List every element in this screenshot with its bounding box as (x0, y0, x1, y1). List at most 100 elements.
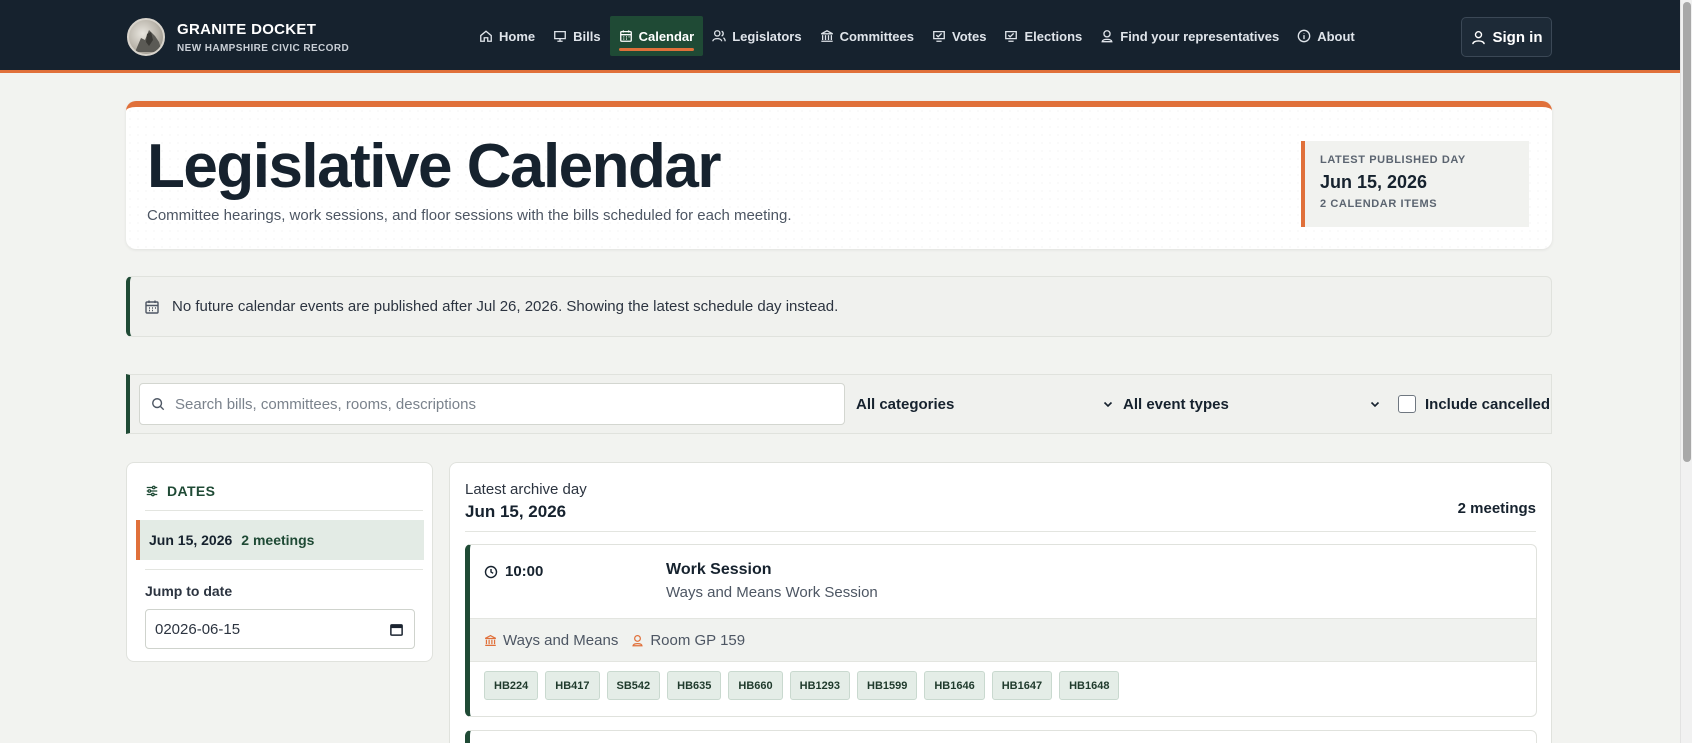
top-navigation-bar: GRANITE DOCKET NEW HAMPSHIRE CIVIC RECOR… (0, 0, 1680, 73)
nav-votes[interactable]: Votes (923, 16, 995, 56)
schedule-notice: No future calendar events are published … (126, 276, 1552, 337)
brand[interactable]: GRANITE DOCKET NEW HAMPSHIRE CIVIC RECOR… (127, 18, 349, 56)
building-icon (484, 634, 497, 646)
archive-day-label: Latest archive day (465, 481, 587, 498)
jump-to-date-input[interactable]: 02026-06-15 (145, 609, 415, 649)
clock-icon (484, 565, 498, 578)
info-icon (1297, 29, 1311, 43)
chevron-down-icon (1103, 401, 1113, 408)
people-icon (712, 30, 727, 42)
event-room-label: Room GP 159 (650, 631, 746, 649)
vote-icon (933, 30, 945, 42)
nav-bills-label: Bills (573, 28, 601, 44)
event-committee[interactable]: Ways and Means (484, 632, 618, 649)
calendar-picker-icon[interactable] (389, 622, 404, 637)
nav-committees[interactable]: Committees (811, 16, 923, 56)
event-subtitle: Ways and Means Work Session (666, 584, 878, 601)
event-title: Work Session (666, 561, 772, 578)
calendar-event-card[interactable] (465, 730, 1537, 743)
category-select-value: All categories (856, 395, 955, 413)
divider (465, 531, 1536, 532)
meetings-count: 2 meetings (1457, 500, 1536, 517)
latest-published-date: Jun 15, 2026 (1320, 172, 1428, 192)
page-scrollbar[interactable] (1680, 0, 1692, 743)
nav-home[interactable]: Home (470, 16, 544, 56)
dates-heading: DATES (145, 483, 215, 499)
jump-to-date-label: Jump to date (145, 583, 233, 599)
bill-tag[interactable]: HB660 (728, 671, 783, 700)
nav-bills[interactable]: Bills (544, 16, 609, 56)
search-input[interactable] (175, 395, 835, 413)
location-person-icon (1101, 30, 1113, 43)
page-description: Committee hearings, work sessions, and f… (147, 207, 792, 224)
include-cancelled-label: Include cancelled (1425, 395, 1551, 413)
brand-logo (127, 18, 165, 56)
event-meta-row: Ways and Means Room GP 159 (470, 618, 1536, 662)
ballot-icon (1005, 30, 1018, 42)
nav-elections-label: Elections (1024, 28, 1083, 44)
bill-tag[interactable]: HB1646 (924, 671, 985, 700)
divider (145, 510, 423, 511)
date-list-item[interactable]: Jun 15, 2026 2 meetings (136, 520, 424, 560)
date-list-item-count: 2 meetings (241, 532, 315, 548)
nav-about[interactable]: About (1288, 16, 1364, 56)
nav-about-label: About (1317, 28, 1355, 44)
bill-tag[interactable]: HB417 (545, 671, 600, 700)
page-title: Legislative Calendar (147, 132, 722, 201)
sign-in-label: Sign in (1492, 28, 1543, 46)
bill-tag[interactable]: HB635 (667, 671, 722, 700)
nav-find-representatives[interactable]: Find your representatives (1091, 16, 1288, 56)
search-box (139, 383, 845, 425)
brand-subtitle: NEW HAMPSHIRE CIVIC RECORD (177, 42, 350, 54)
nav-legislators-label: Legislators (732, 28, 802, 44)
bill-tag[interactable]: HB224 (484, 671, 539, 700)
divider (145, 569, 423, 570)
home-icon (480, 30, 492, 42)
event-bill-list: HB224 HB417 SB542 HB635 HB660 HB1293 HB1… (484, 671, 1126, 700)
calendar-event-card[interactable]: 10:00 Work Session Ways and Means Work S… (465, 544, 1537, 717)
bill-icon (554, 30, 567, 42)
dates-heading-label: DATES (167, 483, 216, 499)
event-type-select-value: All event types (1123, 395, 1229, 413)
archive-day-date: Jun 15, 2026 (465, 502, 567, 521)
nav-committees-label: Committees (839, 28, 915, 44)
nav-legislators[interactable]: Legislators (703, 16, 810, 56)
bill-tag[interactable]: HB1599 (857, 671, 918, 700)
event-committee-label: Ways and Means (503, 631, 619, 649)
bill-tag[interactable]: HB1647 (991, 671, 1053, 700)
calendar-icon (145, 300, 159, 314)
search-icon (152, 398, 165, 411)
nav-calendar[interactable]: Calendar (609, 16, 704, 56)
main-nav: Home Bills Calendar Legislators Committe… (470, 16, 1364, 56)
brand-name: GRANITE DOCKET (177, 20, 317, 38)
nav-elections[interactable]: Elections (995, 16, 1091, 56)
bill-tag[interactable]: SB542 (606, 671, 661, 700)
latest-published-day-box: LATEST PUBLISHED DAY Jun 15, 2026 2 CALE… (1301, 141, 1529, 227)
jump-to-date-value: 02026-06-15 (155, 620, 241, 638)
latest-published-label: LATEST PUBLISHED DAY (1320, 154, 1466, 166)
user-icon (1471, 30, 1485, 44)
date-list-item-date: Jun 15, 2026 (149, 532, 233, 548)
include-cancelled-toggle[interactable]: Include cancelled (1398, 383, 1550, 425)
nav-find-representatives-label: Find your representatives (1120, 28, 1280, 44)
bill-tag[interactable]: HB1648 (1059, 671, 1120, 700)
scrollbar-thumb[interactable] (1683, 2, 1691, 462)
include-cancelled-checkbox[interactable] (1398, 395, 1416, 413)
latest-published-count: 2 CALENDAR ITEMS (1320, 198, 1438, 210)
location-icon (632, 634, 644, 646)
sliders-icon (146, 485, 158, 497)
nav-votes-label: Votes (952, 28, 987, 44)
bill-tag[interactable]: HB1293 (789, 671, 850, 700)
nav-home-label: Home (499, 28, 536, 44)
filter-bar: All categories All event types Include c… (126, 374, 1552, 434)
page-header-card: Legislative Calendar Committee hearings,… (126, 101, 1552, 249)
event-type-select[interactable]: All event types (1123, 383, 1381, 425)
chevron-down-icon (1370, 401, 1380, 408)
building-icon (820, 30, 833, 42)
nav-calendar-label: Calendar (638, 28, 695, 44)
category-select[interactable]: All categories (856, 383, 1114, 425)
calendar-icon (619, 30, 632, 42)
event-time-value: 10:00 (505, 563, 544, 580)
sign-in-button[interactable]: Sign in (1461, 17, 1552, 57)
calendar-day-panel: Latest archive day Jun 15, 2026 2 meetin… (449, 462, 1552, 743)
